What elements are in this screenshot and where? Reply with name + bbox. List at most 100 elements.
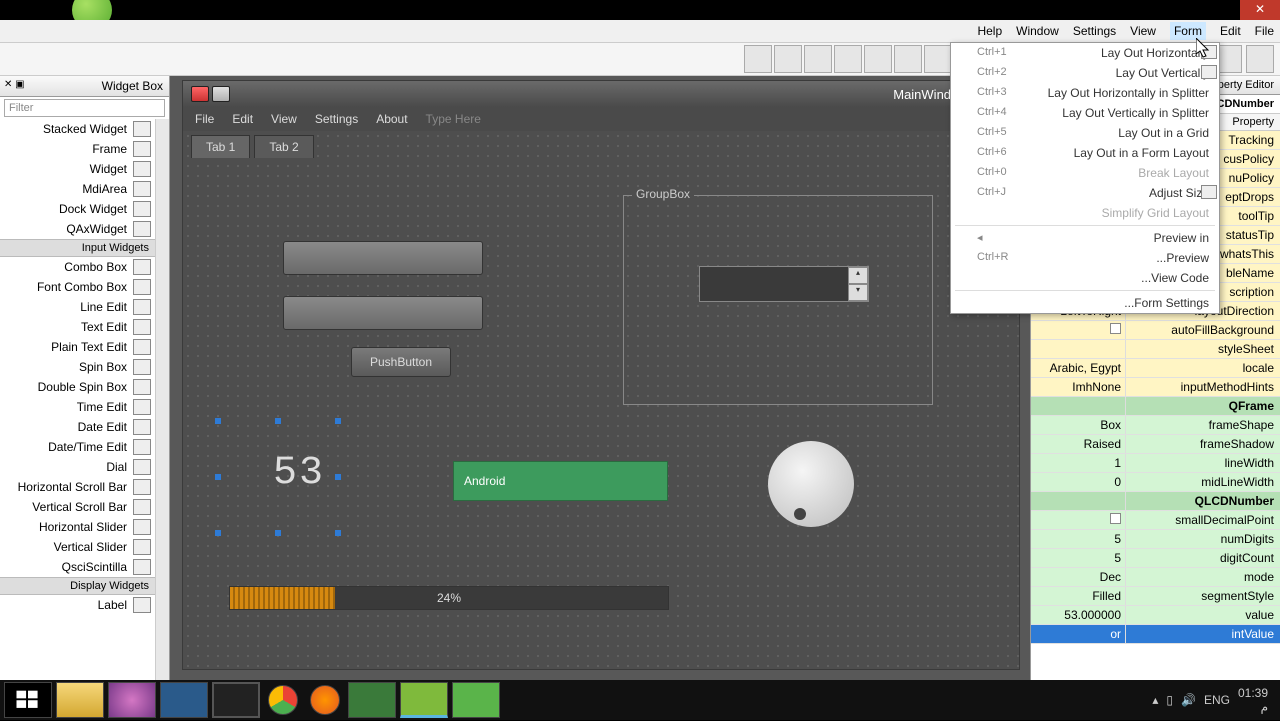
property-row[interactable]: 5digitCount xyxy=(1031,549,1280,568)
widget-item[interactable]: Line Edit xyxy=(0,297,155,317)
android-button[interactable]: Android xyxy=(453,461,668,501)
form-menu-item[interactable]: Ctrl+6Lay Out in a Form Layout xyxy=(951,143,1219,163)
property-row[interactable]: FilledsegmentStyle xyxy=(1031,587,1280,606)
form-menu-item[interactable]: Ctrl+JAdjust Size xyxy=(951,183,1219,203)
layout-tool-3-icon[interactable] xyxy=(804,45,832,73)
form-menu-item[interactable]: ◂Preview in xyxy=(951,228,1219,248)
app-2-taskbar-icon[interactable] xyxy=(348,682,396,718)
form-menu-item[interactable]: About xyxy=(376,112,407,126)
widget-item[interactable]: Date/Time Edit xyxy=(0,437,155,457)
qt-taskbar-icon[interactable] xyxy=(400,682,448,718)
widget-item[interactable]: Horizontal Slider xyxy=(0,517,155,537)
menu-file[interactable]: File xyxy=(1255,24,1274,38)
chrome-taskbar-icon[interactable] xyxy=(268,685,298,715)
property-row[interactable]: BoxframeShape xyxy=(1031,416,1280,435)
widget-item[interactable]: Text Edit xyxy=(0,317,155,337)
start-button[interactable] xyxy=(4,682,52,718)
menu-help[interactable]: Help xyxy=(977,24,1002,38)
form-tab[interactable]: Tab 2 xyxy=(254,135,313,158)
form-menu-item[interactable]: ...View Code xyxy=(951,268,1219,288)
layout-tool-5-icon[interactable] xyxy=(864,45,892,73)
layout-tool-1-icon[interactable] xyxy=(744,45,772,73)
property-row[interactable]: autoFillBackground xyxy=(1031,321,1280,340)
form-menu-item[interactable]: Type Here xyxy=(426,112,481,126)
widget-item[interactable]: Spin Box xyxy=(0,357,155,377)
widget-box-scrollbar[interactable] xyxy=(155,119,169,680)
layout-tool-7-icon[interactable] xyxy=(924,45,952,73)
pushbutton[interactable]: PushButton xyxy=(351,347,451,377)
menu-settings[interactable]: Settings xyxy=(1073,24,1116,38)
open-form-icon[interactable] xyxy=(1246,45,1274,73)
menu-edit[interactable]: Edit xyxy=(1220,24,1241,38)
form-menu-item[interactable]: Settings xyxy=(315,112,358,126)
property-row[interactable]: 53.000000value xyxy=(1031,606,1280,625)
widget-item[interactable]: Widget xyxy=(0,159,155,179)
widget-item[interactable]: Plain Text Edit xyxy=(0,337,155,357)
ide-taskbar-icon[interactable] xyxy=(160,682,208,718)
widget-box-filter-input[interactable]: Filter xyxy=(4,99,165,117)
form-menu-item[interactable]: Ctrl+3Lay Out Horizontally in Splitter xyxy=(951,83,1219,103)
lineedit-1[interactable] xyxy=(283,241,483,275)
widget-box-close-icon[interactable]: ✕ ▣ xyxy=(4,79,25,90)
camtasia-taskbar-icon[interactable] xyxy=(212,682,260,718)
explorer-taskbar-icon[interactable] xyxy=(56,682,104,718)
form-close-button[interactable] xyxy=(191,86,209,102)
property-row[interactable]: Decmode xyxy=(1031,568,1280,587)
property-row[interactable]: styleSheet xyxy=(1031,340,1280,359)
property-row[interactable]: RaisedframeShadow xyxy=(1031,435,1280,454)
widget-item[interactable]: Vertical Slider xyxy=(0,537,155,557)
window-close-button[interactable]: ✕ xyxy=(1240,0,1280,20)
form-menu-item[interactable]: Edit xyxy=(232,112,253,126)
form-menu-item[interactable]: ...Form Settings xyxy=(951,293,1219,313)
tray-action-center-icon[interactable]: ▯ xyxy=(1166,693,1173,707)
widget-category-display[interactable]: Display Widgets xyxy=(0,577,155,595)
form-menu-item[interactable]: File xyxy=(195,112,214,126)
menu-view[interactable]: View xyxy=(1130,24,1156,38)
widget-item[interactable]: QsciScintilla xyxy=(0,557,155,577)
property-row[interactable]: 0midLineWidth xyxy=(1031,473,1280,492)
form-menu-item[interactable]: Ctrl+R...Preview xyxy=(951,248,1219,268)
groupbox[interactable]: GroupBox ▴ ▾ xyxy=(623,195,933,405)
widget-item[interactable]: Vertical Scroll Bar xyxy=(0,497,155,517)
menu-form[interactable]: Form xyxy=(1170,22,1206,40)
widget-item[interactable]: Stacked Widget xyxy=(0,119,155,139)
widget-item[interactable]: Combo Box xyxy=(0,257,155,277)
tray-volume-icon[interactable]: 🔊 xyxy=(1181,693,1196,707)
form-body[interactable]: Tab 1Tab 2 PushButton GroupBox ▴ ▾ xyxy=(183,131,1019,669)
widget-item[interactable]: Dial xyxy=(0,457,155,477)
property-row[interactable]: 5numDigits xyxy=(1031,530,1280,549)
lineedit-2[interactable] xyxy=(283,296,483,330)
layout-tool-2-icon[interactable] xyxy=(774,45,802,73)
widget-category-input[interactable]: Input Widgets xyxy=(0,239,155,257)
lcd-number-widget[interactable]: 53 xyxy=(273,451,325,496)
firefox-taskbar-icon[interactable] xyxy=(310,685,340,715)
browser-1-taskbar-icon[interactable] xyxy=(108,682,156,718)
form-menu-item[interactable]: Ctrl+2Lay Out Vertically xyxy=(951,63,1219,83)
form-menu-item[interactable]: Ctrl+4Lay Out Vertically in Splitter xyxy=(951,103,1219,123)
spinbox-up-button[interactable]: ▴ xyxy=(848,267,868,284)
property-row[interactable]: orintValue xyxy=(1031,625,1280,644)
property-row[interactable]: Arabic, Egyptlocale xyxy=(1031,359,1280,378)
property-row[interactable]: 1lineWidth xyxy=(1031,454,1280,473)
widget-item[interactable]: Date Edit xyxy=(0,417,155,437)
property-row[interactable]: ImhNoneinputMethodHints xyxy=(1031,378,1280,397)
form-menu-item[interactable]: Ctrl+5Lay Out in a Grid xyxy=(951,123,1219,143)
form-menu-item[interactable]: Ctrl+1Lay Out Horizontally xyxy=(951,43,1219,63)
form-menu-item[interactable]: View xyxy=(271,112,297,126)
spinbox-down-button[interactable]: ▾ xyxy=(848,284,868,301)
spinbox-input[interactable] xyxy=(700,267,848,301)
dial-widget[interactable] xyxy=(768,441,854,527)
layout-tool-4-icon[interactable] xyxy=(834,45,862,73)
menu-window[interactable]: Window xyxy=(1016,24,1059,38)
form-min-button[interactable] xyxy=(212,86,230,102)
widget-item[interactable]: Label xyxy=(0,595,155,615)
spinbox[interactable]: ▴ ▾ xyxy=(699,266,869,302)
widget-item[interactable]: Horizontal Scroll Bar xyxy=(0,477,155,497)
widget-item[interactable]: Dock Widget xyxy=(0,199,155,219)
widget-item[interactable]: Frame xyxy=(0,139,155,159)
widget-item[interactable]: Time Edit xyxy=(0,397,155,417)
system-tray[interactable]: ▴ ▯ 🔊 ENG 01:39 م xyxy=(1152,686,1276,714)
widget-item[interactable]: MdiArea xyxy=(0,179,155,199)
widget-item[interactable]: Font Combo Box xyxy=(0,277,155,297)
widget-item[interactable]: Double Spin Box xyxy=(0,377,155,397)
